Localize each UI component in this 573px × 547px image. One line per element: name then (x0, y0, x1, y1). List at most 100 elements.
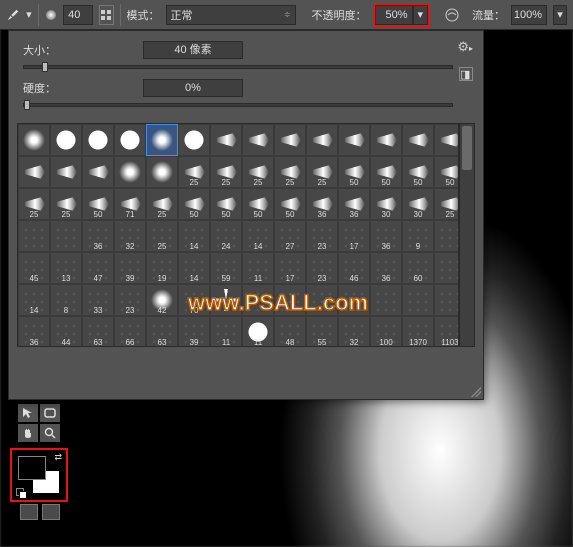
brush-preset[interactable]: 14 (178, 252, 210, 284)
brush-preset[interactable] (434, 220, 459, 252)
brush-preset[interactable]: 50 (402, 156, 434, 188)
panel-toggle-icon[interactable]: ◨ (459, 67, 473, 81)
gear-icon[interactable]: ⚙▸ (457, 39, 473, 55)
blend-mode-dropdown[interactable]: 正常 ≑ (166, 5, 296, 25)
brush-preset[interactable]: 47 (82, 252, 114, 284)
brush-preset[interactable] (18, 220, 50, 252)
brush-preset[interactable]: 32 (338, 316, 370, 347)
brush-preset[interactable] (434, 124, 459, 156)
brush-preset[interactable]: 42 (146, 284, 178, 316)
brush-preset[interactable] (274, 124, 306, 156)
brush-preset[interactable] (18, 156, 50, 188)
brush-preset[interactable]: 25 (146, 220, 178, 252)
brush-preview-icon[interactable] (44, 6, 57, 24)
brush-tool-icon[interactable] (6, 6, 20, 24)
hand-tool-icon[interactable] (18, 424, 38, 442)
brush-preset[interactable]: 36 (306, 188, 338, 220)
brush-preset[interactable] (114, 124, 146, 156)
brush-preset[interactable] (82, 124, 114, 156)
brush-preset[interactable]: 39 (114, 252, 146, 284)
brush-preset[interactable]: 1103 (434, 316, 459, 347)
opacity-field[interactable]: 50% (375, 5, 413, 25)
brush-preset[interactable]: 45 (18, 252, 50, 284)
brush-preset[interactable]: 36 (370, 252, 402, 284)
brush-preset[interactable]: 30 (370, 188, 402, 220)
brush-panel-toggle-icon[interactable] (99, 5, 114, 25)
brush-preset[interactable]: 50 (274, 188, 306, 220)
brush-preset[interactable]: 25 (242, 156, 274, 188)
brush-preset[interactable]: 25 (178, 156, 210, 188)
brush-preset[interactable] (18, 124, 50, 156)
brush-preset[interactable]: 50 (210, 188, 242, 220)
brush-preset[interactable]: 14 (178, 220, 210, 252)
brush-preset[interactable]: 39 (178, 316, 210, 347)
brush-preset[interactable]: 25 (50, 188, 82, 220)
brush-preset[interactable]: 14 (18, 284, 50, 316)
screen-mode-icon[interactable] (42, 504, 60, 520)
brush-preset[interactable]: 25 (306, 156, 338, 188)
brush-preset[interactable]: 11 (210, 316, 242, 347)
brush-preset[interactable] (146, 156, 178, 188)
brush-preset[interactable]: 50 (242, 188, 274, 220)
scrollbar[interactable] (459, 123, 475, 347)
brush-preset[interactable]: 36 (370, 220, 402, 252)
flow-stepper[interactable]: ▾ (553, 5, 567, 25)
brush-preset[interactable]: 36 (338, 188, 370, 220)
brush-preset[interactable] (306, 284, 338, 316)
size-value-field[interactable]: 40 像素 (143, 41, 243, 59)
brush-preset[interactable]: 17 (274, 252, 306, 284)
brush-preset[interactable]: 50 (434, 156, 459, 188)
brush-preset[interactable]: 11 (242, 252, 274, 284)
brush-preset[interactable] (146, 124, 178, 156)
flow-field[interactable]: 100% (511, 5, 547, 25)
brush-preset[interactable]: 50 (178, 188, 210, 220)
brush-preset[interactable] (210, 124, 242, 156)
rectangle-tool-icon[interactable] (40, 404, 60, 422)
brush-preset[interactable] (210, 284, 242, 316)
opacity-stepper[interactable]: ▾ (413, 5, 429, 25)
brush-preset[interactable] (434, 284, 459, 316)
brush-preset[interactable]: 36 (82, 220, 114, 252)
hardness-slider[interactable] (23, 103, 453, 107)
brush-preset[interactable]: 44 (50, 316, 82, 347)
default-colors-icon[interactable] (16, 488, 26, 498)
brush-preset[interactable]: 25 (434, 188, 459, 220)
brush-preset[interactable]: 50 (82, 188, 114, 220)
brush-preset[interactable]: 30 (402, 188, 434, 220)
brush-preset[interactable] (274, 284, 306, 316)
brush-preset[interactable]: 70 (178, 284, 210, 316)
brush-preset[interactable] (402, 124, 434, 156)
brush-preset[interactable]: 71 (114, 188, 146, 220)
brush-preset[interactable]: 60 (402, 252, 434, 284)
brush-preset[interactable]: 46 (338, 252, 370, 284)
brush-preset[interactable] (434, 252, 459, 284)
brush-preset[interactable]: 27 (274, 220, 306, 252)
brush-preset[interactable]: 11 (242, 316, 274, 347)
brush-preset[interactable]: 25 (210, 156, 242, 188)
brush-preset[interactable]: 19 (146, 252, 178, 284)
brush-preset[interactable]: 32 (114, 220, 146, 252)
brush-preset[interactable]: 63 (146, 316, 178, 347)
brush-preset[interactable]: 23 (306, 220, 338, 252)
brush-preset[interactable]: 36 (18, 316, 50, 347)
brush-preset[interactable]: 100 (370, 316, 402, 347)
brush-preset[interactable] (50, 220, 82, 252)
brush-preset[interactable] (338, 284, 370, 316)
brush-preset[interactable] (370, 124, 402, 156)
dropdown-arrow-icon[interactable]: ▾ (26, 6, 32, 24)
brush-size-field[interactable]: 40 (63, 5, 93, 25)
brush-preset[interactable] (402, 284, 434, 316)
brush-preset[interactable] (82, 156, 114, 188)
zoom-tool-icon[interactable] (40, 424, 60, 442)
brush-preset[interactable]: 24 (210, 220, 242, 252)
brush-preset[interactable] (242, 124, 274, 156)
brush-preset[interactable] (338, 124, 370, 156)
hardness-value-field[interactable]: 0% (143, 79, 243, 97)
brush-preset[interactable]: 33 (82, 284, 114, 316)
brush-preset[interactable]: 8 (50, 284, 82, 316)
brush-preset[interactable]: 14 (242, 220, 274, 252)
brush-preset[interactable]: 50 (370, 156, 402, 188)
quick-mask-icon[interactable] (20, 504, 38, 520)
brush-preset[interactable]: 66 (114, 316, 146, 347)
resize-handle-icon[interactable] (471, 387, 481, 397)
